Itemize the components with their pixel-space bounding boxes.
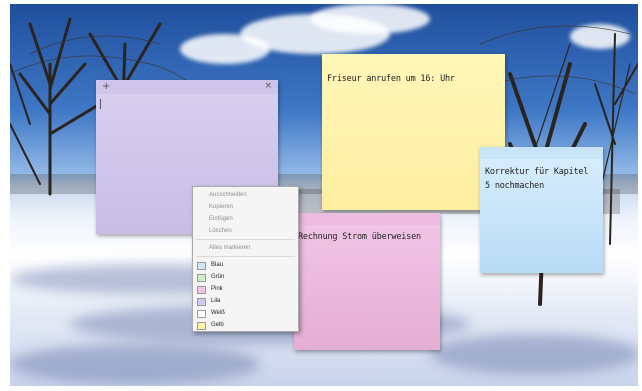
menu-item-paste[interactable]: Einfügen	[209, 214, 233, 224]
menu-item-delete[interactable]: Löschen	[209, 226, 232, 236]
note-text[interactable]: Korrektur für Kapitel 5 nochmachen	[485, 165, 597, 193]
color-label: Blau	[211, 262, 224, 268]
color-label: Lila	[211, 298, 221, 304]
color-label: Grün	[211, 274, 225, 280]
color-swatch	[197, 298, 206, 306]
menu-separator	[196, 256, 295, 257]
sticky-note-yellow[interactable]: Friseur anrufen um 16: Uhr	[322, 54, 505, 210]
context-menu: Ausschneiden Kopieren Einfügen Löschen A…	[192, 186, 299, 332]
menu-item-select-all[interactable]: Alles markieren	[209, 243, 250, 253]
color-label: Pink	[211, 286, 223, 292]
color-swatch	[197, 262, 206, 270]
sticky-note-blue[interactable]: Korrektur für Kapitel 5 nochmachen	[480, 147, 603, 273]
color-swatch	[197, 274, 206, 282]
menu-item-cut[interactable]: Ausschneiden	[209, 190, 247, 200]
text-cursor	[100, 99, 101, 109]
close-icon[interactable]: ×	[264, 81, 272, 91]
new-note-icon[interactable]: +	[102, 81, 110, 92]
sticky-note-pink[interactable]: Rechnung Strom überweisen	[294, 213, 440, 350]
note-header[interactable]	[294, 213, 440, 225]
tree-shadow	[10, 344, 260, 384]
note-header[interactable]: + ×	[96, 80, 278, 94]
menu-item-copy[interactable]: Kopieren	[209, 202, 233, 212]
color-label: Gelb	[211, 322, 224, 328]
color-swatch	[197, 310, 206, 318]
tree-shadow	[430, 334, 638, 374]
color-swatch	[197, 322, 206, 330]
color-label: Weiß	[211, 310, 225, 316]
note-text[interactable]: Friseur anrufen um 16: Uhr	[327, 72, 499, 86]
color-swatch	[197, 286, 206, 294]
note-header[interactable]	[480, 147, 603, 159]
menu-separator	[196, 239, 295, 240]
desktop-wallpaper: + × Friseur anrufen um 16: Uhr Korrektur…	[10, 4, 638, 386]
note-text[interactable]: Rechnung Strom überweisen	[298, 230, 434, 244]
